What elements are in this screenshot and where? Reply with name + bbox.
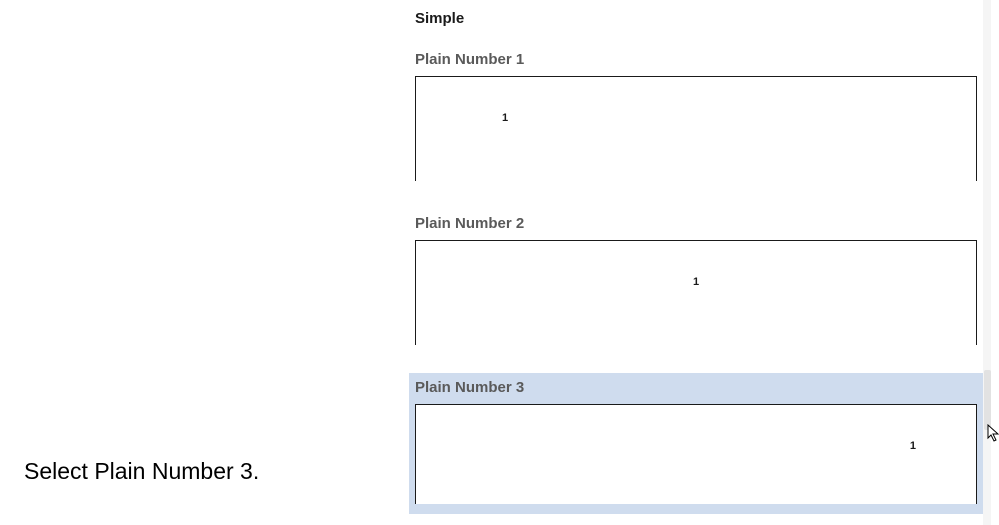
gallery-item-plain-number-1[interactable]: Plain Number 1 1	[409, 45, 991, 191]
gallery-item-title: Plain Number 2	[415, 215, 977, 232]
scrollbar-thumb[interactable]	[984, 370, 991, 430]
category-header: Simple	[409, 0, 991, 27]
gallery-item-title: Plain Number 3	[415, 379, 977, 396]
gallery-item-plain-number-3[interactable]: Plain Number 3 1	[409, 373, 991, 514]
page-number-gallery: Simple Plain Number 1 1 Plain Number 2 1…	[409, 0, 991, 525]
page-number-sample: 1	[910, 440, 916, 452]
gallery-item-preview: 1	[415, 76, 977, 181]
page-number-sample: 1	[502, 112, 508, 124]
gallery-item-plain-number-2[interactable]: Plain Number 2 1	[409, 209, 991, 355]
scrollbar-track[interactable]	[983, 0, 991, 525]
gallery-item-preview: 1	[415, 404, 977, 504]
page-number-sample: 1	[693, 276, 699, 288]
gallery-item-preview: 1	[415, 240, 977, 345]
instruction-text: Select Plain Number 3.	[24, 458, 259, 485]
gallery-item-title: Plain Number 1	[415, 51, 977, 68]
